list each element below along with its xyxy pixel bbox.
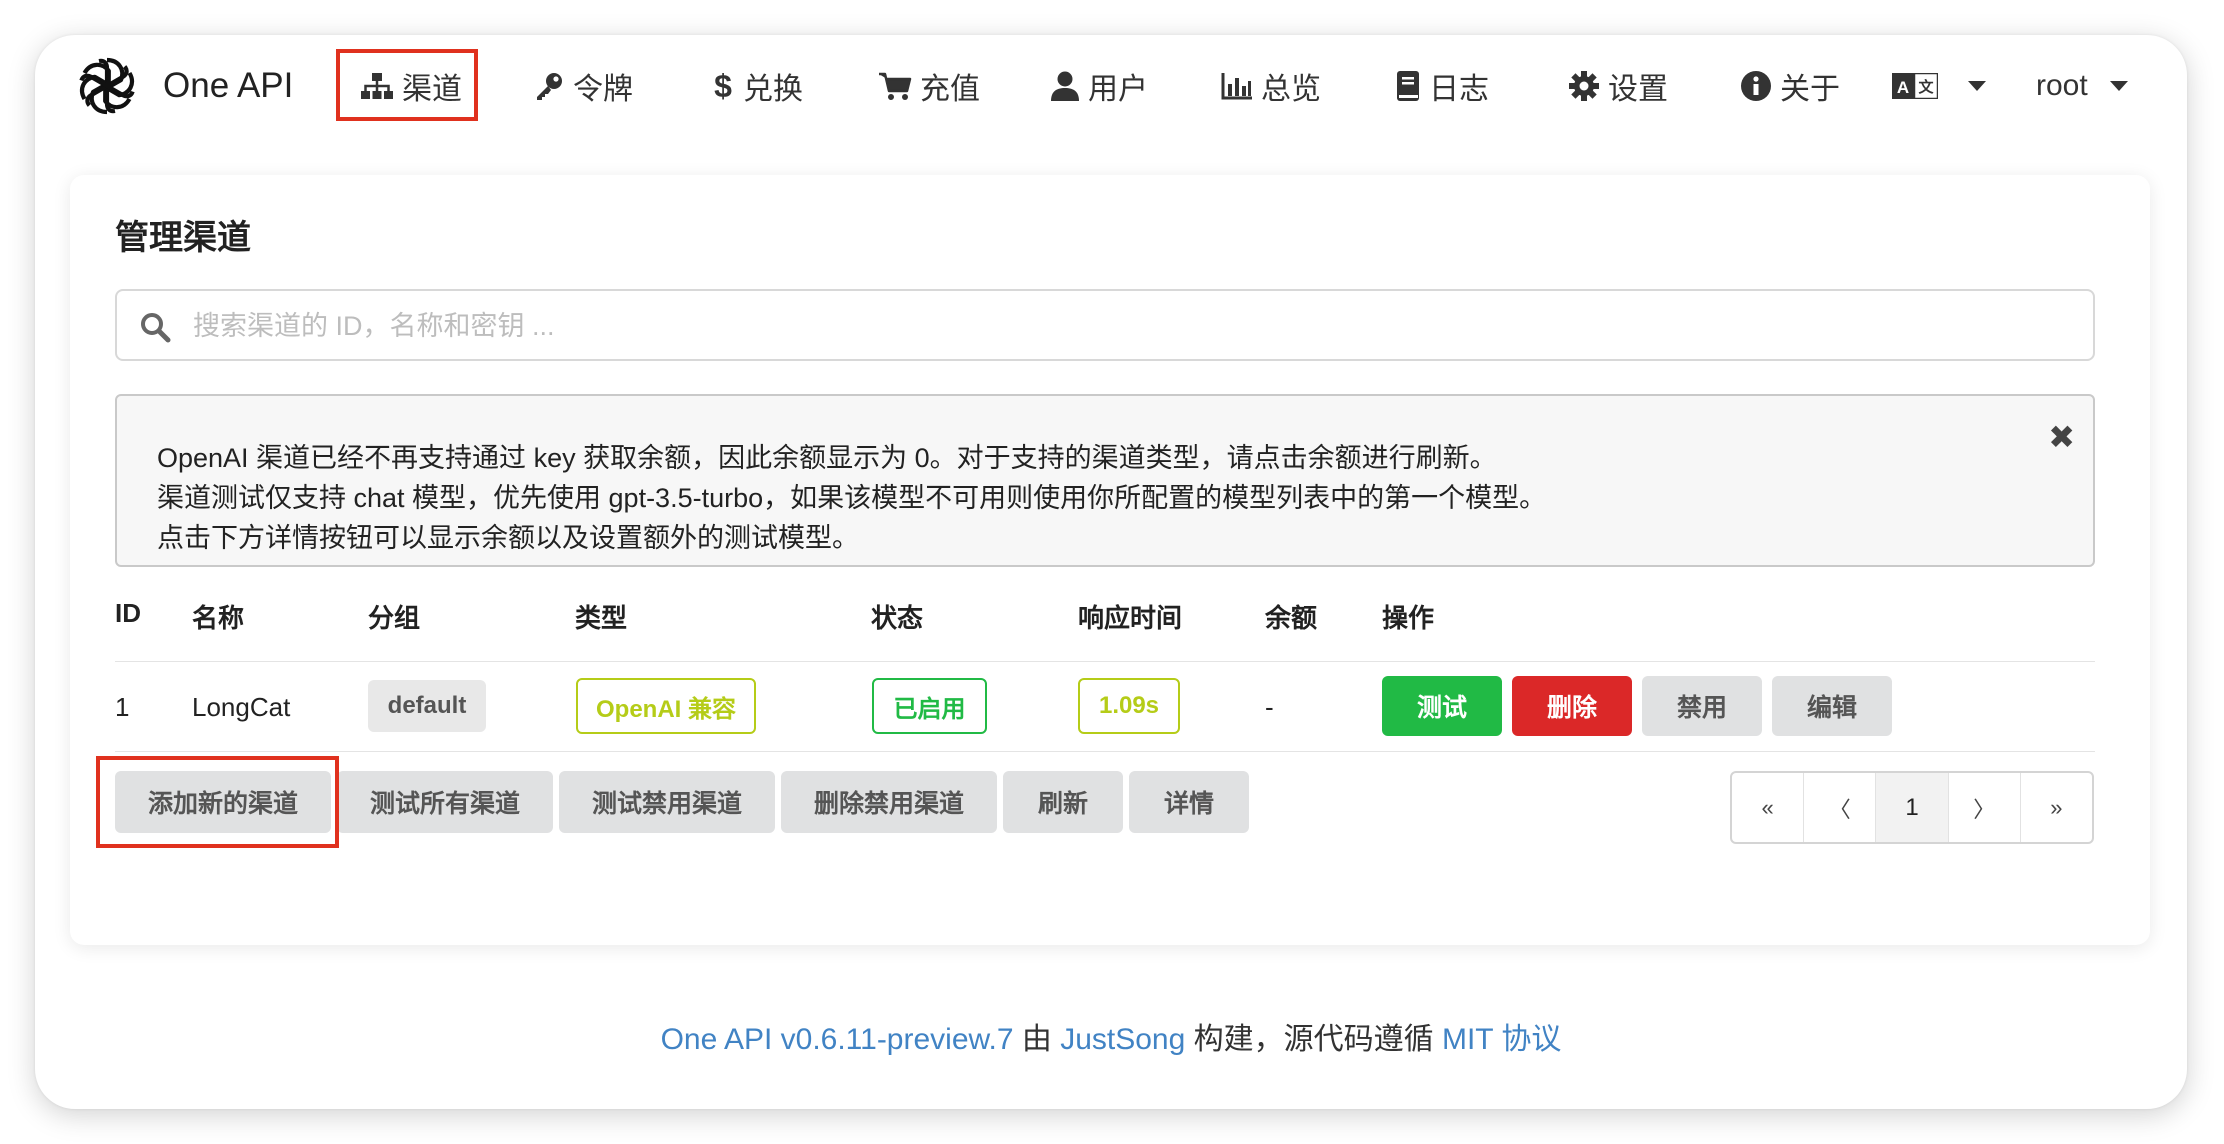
- nav-item-overview[interactable]: 总览: [1221, 61, 1321, 111]
- search-icon: [139, 311, 171, 348]
- status-badge: 已启用: [872, 678, 987, 734]
- chevron-down-icon: [1968, 81, 1986, 91]
- key-icon: [533, 70, 565, 102]
- dollar-icon: $: [714, 67, 732, 104]
- response-time-badge[interactable]: 1.09s: [1078, 678, 1180, 734]
- column-header-group[interactable]: 分组: [368, 598, 420, 635]
- nav-item-topup[interactable]: 充值: [878, 61, 980, 111]
- pagination-first[interactable]: «: [1732, 773, 1805, 842]
- license-link[interactable]: MIT 协议: [1442, 1023, 1561, 1056]
- nav-item-users[interactable]: 用户: [1050, 61, 1148, 111]
- column-header-status[interactable]: 状态: [871, 598, 923, 635]
- add-channel-highlight-box: [96, 756, 339, 848]
- translate-icon: A文: [1892, 73, 1938, 99]
- nav-channels-highlight-box: [336, 49, 478, 121]
- cell-id: 1: [115, 692, 130, 722]
- close-icon[interactable]: ✖: [2048, 418, 2075, 456]
- disable-button[interactable]: 禁用: [1642, 676, 1762, 736]
- delete-disabled-channels-button[interactable]: 删除禁用渠道: [781, 771, 997, 833]
- notice-line: OpenAI 渠道已经不再支持通过 key 获取余额，因此余额显示为 0。对于支…: [157, 443, 1497, 473]
- type-label: OpenAI 兼容: [576, 678, 756, 734]
- nav-item-about[interactable]: 关于: [1740, 61, 1840, 111]
- refresh-button[interactable]: 刷新: [1003, 771, 1123, 833]
- test-disabled-channels-button[interactable]: 测试禁用渠道: [559, 771, 775, 833]
- table-divider: [115, 751, 2095, 752]
- user-icon: [1050, 70, 1080, 102]
- pagination-prev[interactable]: 〈: [1804, 773, 1877, 842]
- group-label: default: [368, 680, 486, 732]
- brand-name[interactable]: One API: [163, 60, 293, 112]
- top-navbar: One API 渠道 令牌 $ 兑换 充值 用户 总览 日志 设置 关于 A 文…: [35, 35, 2187, 155]
- pagination-next[interactable]: 〉: [1949, 773, 2021, 842]
- column-header-name[interactable]: 名称: [192, 598, 244, 635]
- column-header-type[interactable]: 类型: [575, 598, 627, 635]
- search-input[interactable]: [191, 301, 2075, 351]
- pagination-page-1[interactable]: 1: [1876, 773, 1949, 842]
- info-icon: [1740, 70, 1772, 102]
- nav-item-settings[interactable]: 设置: [1568, 61, 1668, 111]
- footer-text: 构建，源代码遵循: [1185, 1023, 1442, 1056]
- author-link[interactable]: JustSong: [1060, 1023, 1185, 1056]
- notice-message: OpenAI 渠道已经不再支持通过 key 获取余额，因此余额显示为 0。对于支…: [115, 394, 2095, 567]
- search-box[interactable]: [115, 289, 2095, 361]
- chevron-down-icon: [2109, 81, 2128, 91]
- user-menu-dropdown[interactable]: root: [2036, 61, 2128, 111]
- gear-icon: [1568, 70, 1600, 102]
- test-all-channels-button[interactable]: 测试所有渠道: [337, 771, 553, 833]
- app-window: One API 渠道 令牌 $ 兑换 充值 用户 总览 日志 设置 关于 A 文…: [35, 35, 2187, 1109]
- footer-text: 由: [1013, 1023, 1061, 1056]
- pagination-last[interactable]: »: [2021, 773, 2092, 842]
- table-divider: [115, 661, 2095, 662]
- delete-button[interactable]: 删除: [1512, 676, 1632, 736]
- pagination: « 〈 1 〉 »: [1730, 771, 2094, 844]
- book-icon: [1395, 70, 1421, 102]
- page-title: 管理渠道: [115, 219, 251, 257]
- column-header-response-time[interactable]: 响应时间: [1078, 598, 1182, 635]
- language-dropdown[interactable]: A文: [1892, 61, 1986, 111]
- notice-line: 渠道测试仅支持 chat 模型，优先使用 gpt-3.5-turbo，如果该模型…: [157, 483, 1547, 513]
- cell-name: LongCat: [192, 692, 291, 722]
- notice-line: 点击下方详情按钮可以显示余额以及设置额外的测试模型。: [157, 523, 859, 553]
- cell-balance[interactable]: -: [1265, 692, 1274, 723]
- details-button[interactable]: 详情: [1129, 771, 1249, 833]
- test-button[interactable]: 测试: [1382, 676, 1502, 736]
- column-header-actions: 操作: [1382, 603, 1435, 633]
- svg-text:文: 文: [1918, 78, 1934, 96]
- nav-item-logs[interactable]: 日志: [1395, 61, 1489, 111]
- edit-button[interactable]: 编辑: [1772, 676, 1892, 736]
- column-header-id[interactable]: ID: [115, 598, 141, 629]
- version-link[interactable]: One API v0.6.11-preview.7: [661, 1023, 1014, 1056]
- footer: One API v0.6.11-preview.7 由 JustSong 构建，…: [35, 1014, 2187, 1058]
- nav-item-tokens[interactable]: 令牌: [533, 61, 633, 111]
- column-header-balance[interactable]: 余额: [1265, 598, 1317, 635]
- cart-icon: [878, 71, 912, 101]
- nav-item-redeem[interactable]: $ 兑换: [711, 61, 803, 111]
- bar-chart-icon: [1221, 72, 1253, 100]
- svg-text:A: A: [1897, 78, 1909, 97]
- openai-logo-icon[interactable]: [71, 50, 143, 122]
